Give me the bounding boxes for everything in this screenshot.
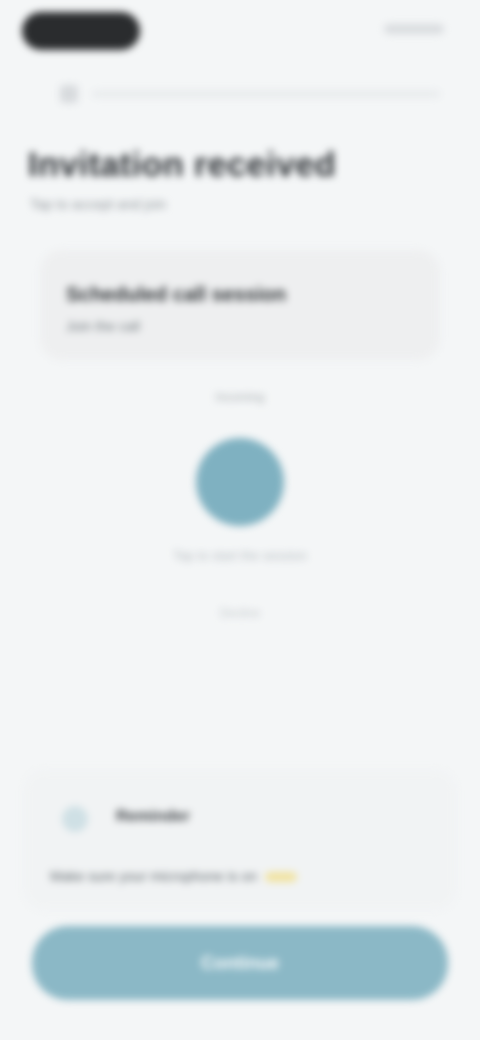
- back-chevron-icon[interactable]: [60, 85, 78, 103]
- page-subtitle: Tap to accept and join: [30, 196, 167, 212]
- navigation-row: [60, 85, 440, 103]
- incoming-hint: Incoming: [215, 390, 265, 404]
- session-card-title: Scheduled call session: [66, 284, 287, 306]
- status-indicators: [384, 24, 444, 34]
- decline-link[interactable]: Decline: [0, 606, 480, 620]
- reminder-highlight: [265, 872, 297, 883]
- reminder-card: Reminder Make sure your microphone is on: [24, 770, 456, 910]
- page-title: Invitation received: [28, 146, 337, 184]
- reminder-text: Make sure your microphone is on: [50, 868, 297, 884]
- start-session-label: Tap to start the session: [173, 548, 307, 563]
- reminder-text-content: Make sure your microphone is on: [50, 868, 257, 884]
- status-pill: [22, 12, 140, 50]
- session-card-subtitle: Join the call: [66, 318, 140, 334]
- session-card[interactable]: Scheduled call session Join the call: [40, 250, 440, 360]
- nav-divider: [92, 91, 440, 97]
- reminder-title: Reminder: [116, 808, 190, 825]
- screen: Invitation received Tap to accept and jo…: [0, 0, 480, 1040]
- start-session-button[interactable]: [196, 438, 284, 526]
- continue-button[interactable]: Continue: [32, 926, 448, 1000]
- info-icon: [62, 806, 88, 832]
